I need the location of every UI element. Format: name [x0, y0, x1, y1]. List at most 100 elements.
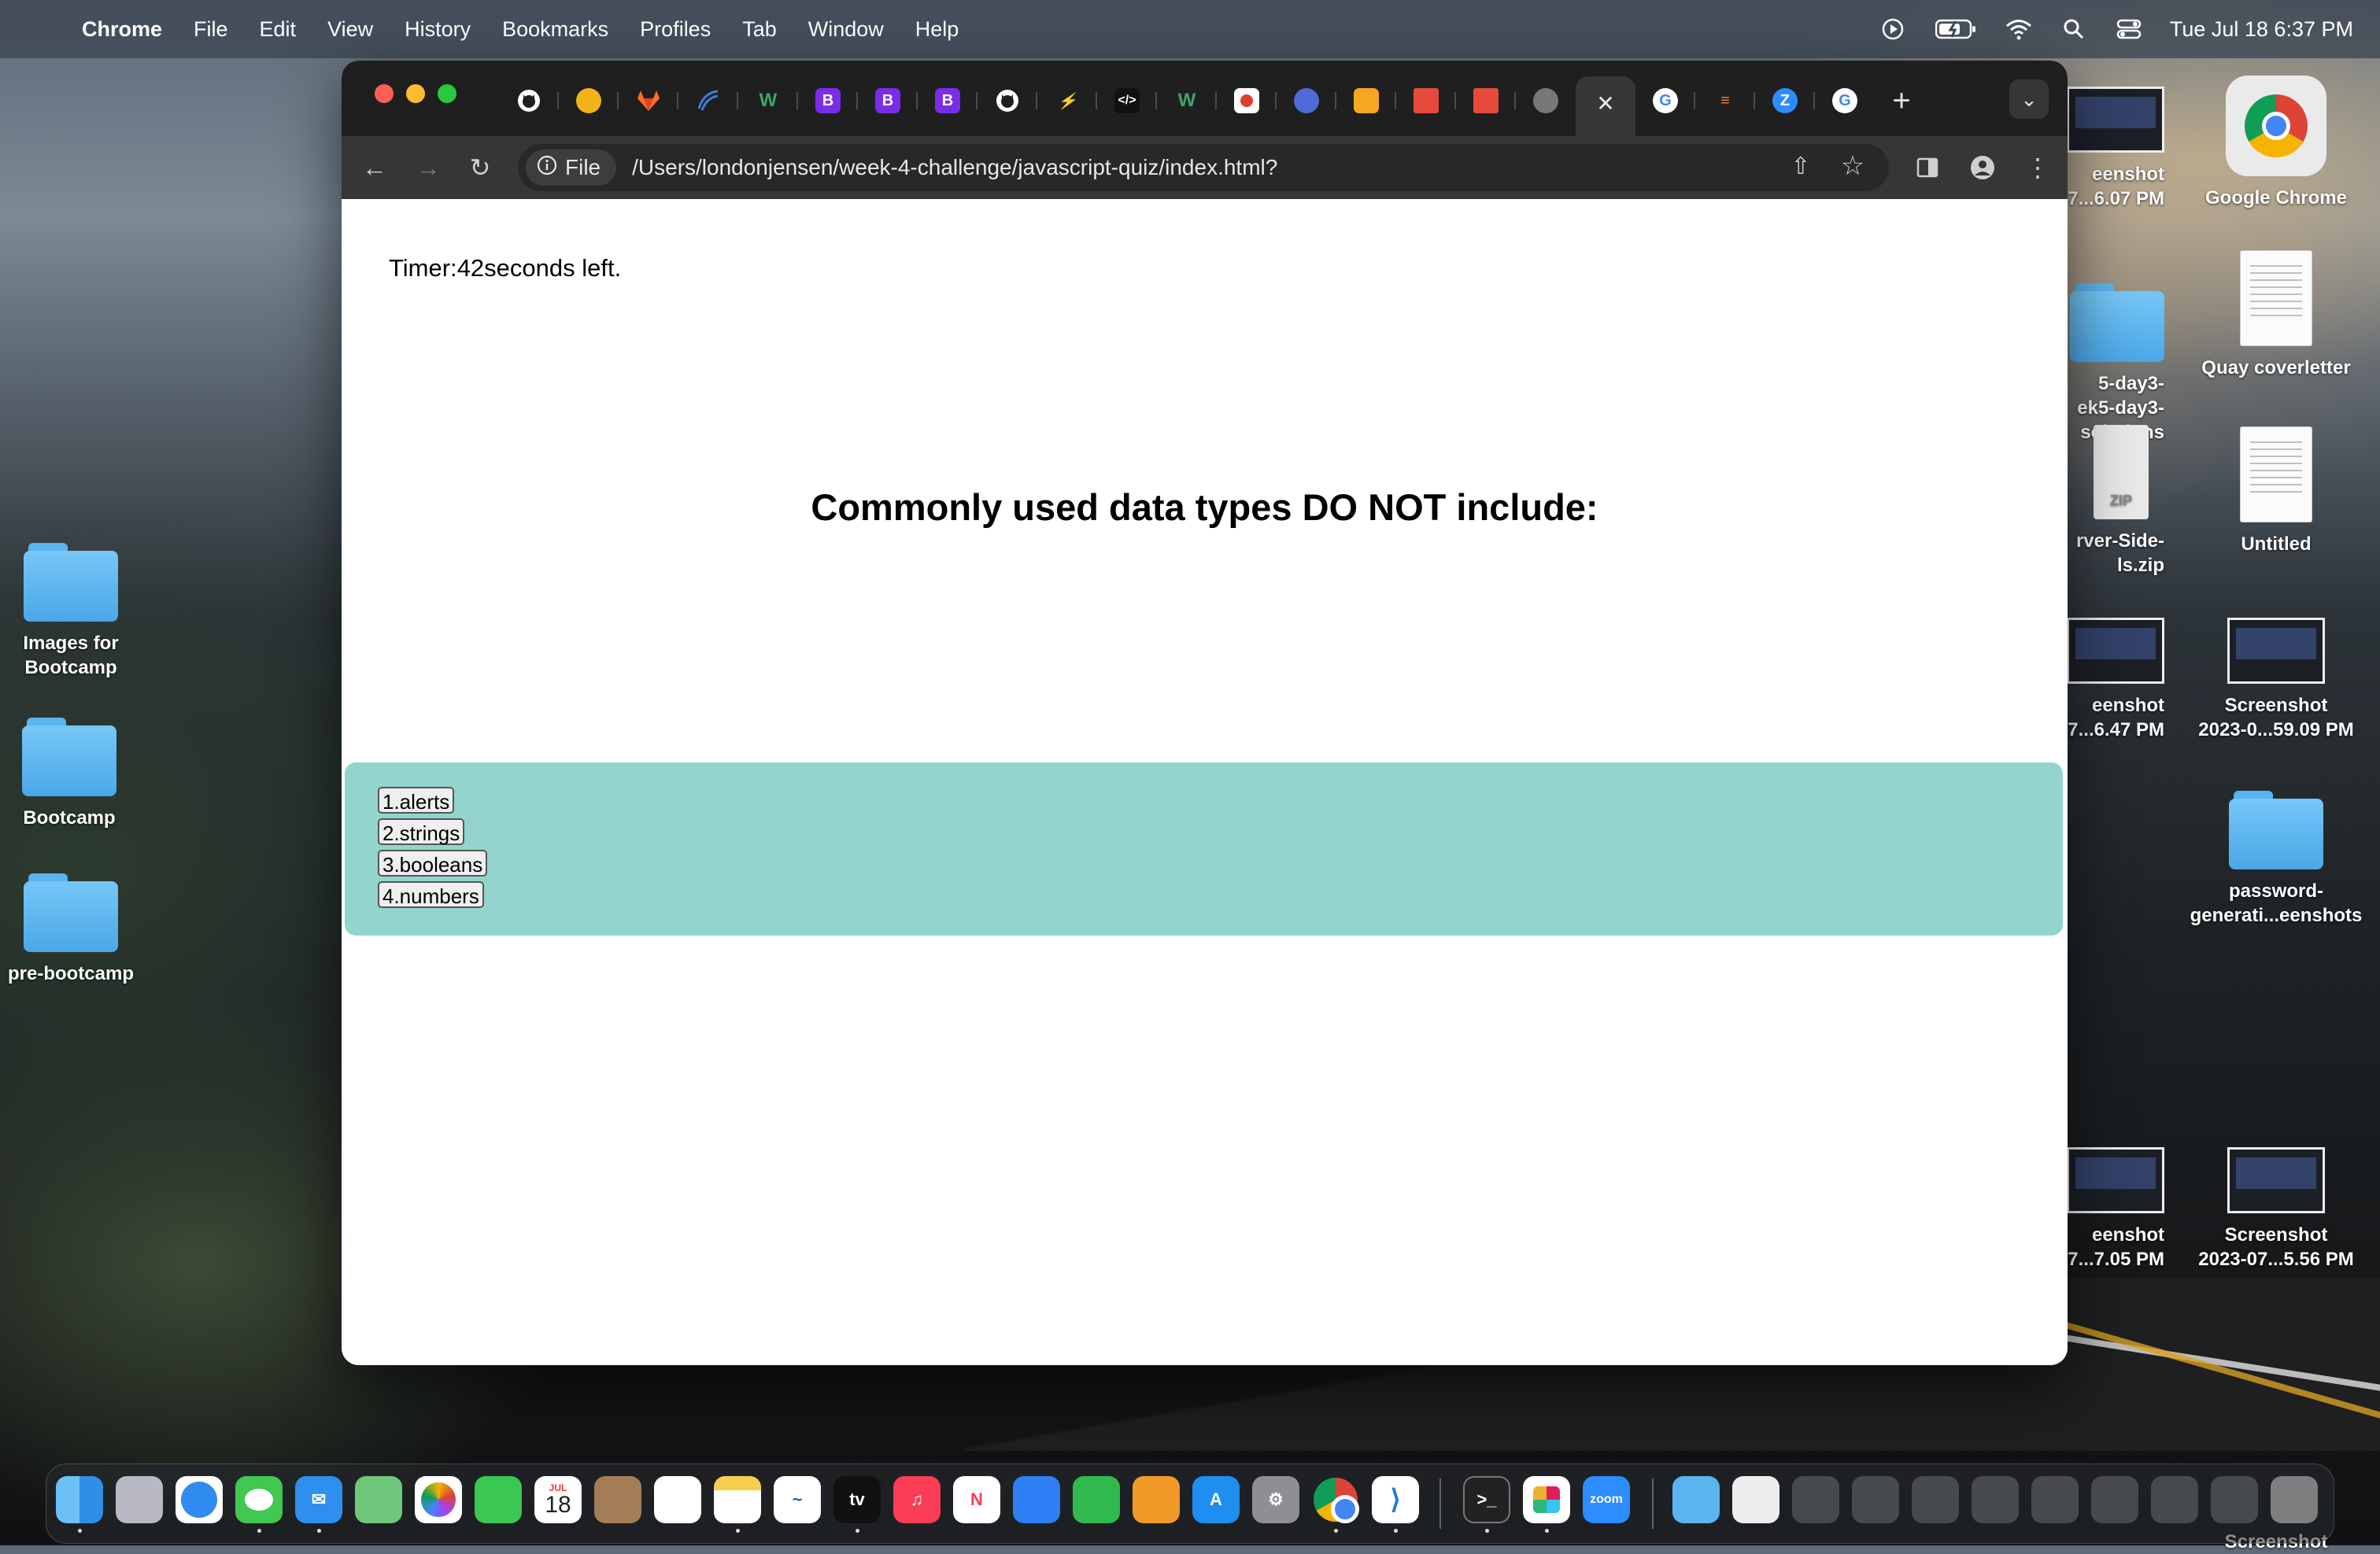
tab[interactable]: G	[1635, 76, 1695, 125]
photos-icon[interactable]	[415, 1476, 462, 1523]
menu-profiles[interactable]: Profiles	[624, 17, 726, 42]
mail-icon[interactable]: ✉	[295, 1476, 342, 1523]
document-stack-icon[interactable]	[1732, 1476, 1779, 1523]
desktop-folder-pre-bootcamp[interactable]: pre-bootcamp	[0, 873, 150, 986]
tab[interactable]: B	[798, 76, 858, 125]
profile-avatar-icon[interactable]	[1965, 150, 2000, 185]
tab[interactable]: ≡	[1695, 76, 1755, 125]
menu-edit[interactable]: Edit	[244, 17, 312, 42]
desktop-folder-images-for-bootcamp[interactable]: Images for Bootcamp	[0, 543, 150, 680]
tab-search-chevron-icon[interactable]: ⌄	[2009, 79, 2049, 119]
tab[interactable]	[1396, 76, 1456, 125]
keynote-icon[interactable]	[1013, 1476, 1060, 1523]
desktop-screenshot-1[interactable]: Screenshot 2023-0...59.09 PM	[2182, 618, 2371, 742]
answer-button-1[interactable]: 1.alerts	[378, 787, 455, 814]
desktop-password-folder[interactable]: password- generati...eenshots	[2182, 791, 2371, 928]
chrome-dock-icon[interactable]	[1312, 1476, 1359, 1523]
downloads-folder-icon[interactable]	[1672, 1476, 1720, 1523]
tab[interactable]: ⚡	[1037, 76, 1097, 125]
menu-app-name[interactable]: Chrome	[79, 17, 178, 42]
vscode-icon[interactable]: ⟩	[1372, 1476, 1419, 1523]
back-arrow-icon[interactable]: ←	[357, 150, 392, 185]
desktop-folder-bootcamp[interactable]: Bootcamp	[0, 718, 148, 830]
contacts-icon[interactable]	[594, 1476, 641, 1523]
tab[interactable]	[1456, 76, 1516, 125]
system-settings-icon[interactable]: ⚙	[1252, 1476, 1299, 1523]
numbers-icon[interactable]	[1073, 1476, 1120, 1523]
menu-history[interactable]: History	[389, 17, 486, 42]
bookmark-star-icon[interactable]: ☆	[1835, 149, 1870, 183]
maps-icon[interactable]	[355, 1476, 402, 1523]
tab[interactable]: B	[858, 76, 918, 125]
tab[interactable]	[499, 76, 559, 125]
menu-kebab-icon[interactable]: ⋮	[2020, 150, 2055, 185]
side-panel-icon[interactable]	[1910, 150, 1945, 185]
tab[interactable]	[1516, 76, 1576, 125]
zoom-app-icon[interactable]: zoom	[1583, 1476, 1630, 1523]
tab[interactable]: W	[1157, 76, 1217, 125]
close-window-icon[interactable]	[375, 84, 394, 103]
minimized-window-icon[interactable]	[1912, 1476, 1959, 1523]
freeform-icon[interactable]: ~	[774, 1476, 821, 1523]
reminders-icon[interactable]	[654, 1476, 701, 1523]
apple-tv-icon[interactable]: tv	[833, 1476, 881, 1523]
tab[interactable]	[1217, 76, 1277, 125]
close-icon[interactable]: ✕	[1593, 90, 1618, 116]
slack-icon[interactable]	[1523, 1476, 1570, 1523]
menu-view[interactable]: View	[312, 17, 389, 42]
app-store-icon[interactable]: A	[1192, 1476, 1240, 1523]
answer-button-2[interactable]: 2.strings	[378, 818, 465, 845]
tab[interactable]: Z	[1755, 76, 1815, 125]
url-text[interactable]: /Users/londonjensen/week-4-challenge/jav…	[632, 155, 1277, 180]
answer-button-4[interactable]: 4.numbers	[378, 881, 484, 908]
tab[interactable]: </>	[1097, 76, 1157, 125]
finder-icon[interactable]	[56, 1476, 103, 1523]
tab-active[interactable]: ✕	[1576, 76, 1635, 136]
trash-icon[interactable]	[2271, 1476, 2318, 1523]
minimized-window-icon[interactable]	[1792, 1476, 1839, 1523]
minimize-window-icon[interactable]	[406, 84, 425, 103]
terminal-icon[interactable]: >_	[1463, 1476, 1510, 1523]
minimized-window-icon[interactable]	[2091, 1476, 2138, 1523]
menu-clock[interactable]: Tue Jul 18 6:37 PM	[2170, 17, 2353, 42]
reload-icon[interactable]: ↻	[463, 150, 497, 185]
tab[interactable]	[1336, 76, 1396, 125]
menu-file[interactable]: File	[178, 17, 244, 42]
desktop-google-chrome[interactable]: Google Chrome	[2197, 76, 2355, 210]
minimized-window-icon[interactable]	[1972, 1476, 2019, 1523]
play-status-icon[interactable]	[1879, 15, 1907, 43]
facetime-icon[interactable]	[475, 1476, 522, 1523]
address-bar[interactable]: File /Users/londonjensen/week-4-challeng…	[518, 144, 1889, 191]
desktop-screenshot-2[interactable]: Screenshot 2023-07...5.56 PM	[2182, 1147, 2371, 1272]
tab[interactable]	[559, 76, 619, 125]
zoom-window-icon[interactable]	[438, 84, 456, 103]
tab[interactable]	[619, 76, 678, 125]
share-icon[interactable]: ⇧	[1783, 149, 1818, 183]
minimized-window-icon[interactable]	[2031, 1476, 2079, 1523]
menu-tab[interactable]: Tab	[726, 17, 793, 42]
control-center-icon[interactable]	[2115, 15, 2143, 43]
answer-button-3[interactable]: 3.booleans	[378, 850, 488, 877]
menu-bookmarks[interactable]: Bookmarks	[486, 17, 624, 42]
music-icon[interactable]: ♫	[893, 1476, 941, 1523]
tab[interactable]: B	[918, 76, 978, 125]
messages-icon[interactable]	[235, 1476, 283, 1523]
menu-window[interactable]: Window	[793, 17, 900, 42]
pages-icon[interactable]	[1133, 1476, 1180, 1523]
tab[interactable]	[978, 76, 1037, 125]
minimized-window-icon[interactable]	[1852, 1476, 1899, 1523]
minimized-window-icon[interactable]	[2211, 1476, 2258, 1523]
notes-icon[interactable]	[714, 1476, 761, 1523]
wifi-icon[interactable]	[2005, 15, 2033, 43]
news-icon[interactable]: N	[953, 1476, 1000, 1523]
site-info-chip[interactable]: File	[526, 149, 617, 186]
tab[interactable]	[1277, 76, 1336, 125]
tab[interactable]	[678, 76, 738, 125]
battery-icon[interactable]	[1934, 15, 1978, 43]
forward-arrow-icon[interactable]: →	[411, 150, 445, 185]
minimized-window-icon[interactable]	[2151, 1476, 2198, 1523]
tab[interactable]: W	[738, 76, 798, 125]
tab[interactable]: G	[1815, 76, 1875, 125]
desktop-untitled[interactable]: Untitled	[2197, 426, 2355, 556]
safari-icon[interactable]	[176, 1476, 223, 1523]
